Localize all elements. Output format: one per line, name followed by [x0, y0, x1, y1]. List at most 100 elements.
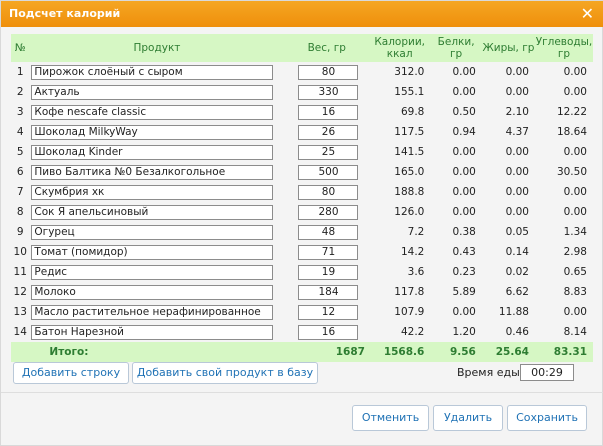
kcal-value: 7.2 [407, 226, 425, 238]
weight-input[interactable]: 25 [298, 144, 359, 160]
table-header-row: № Продукт Вес, гр Калории, ккал Белки, г… [11, 34, 593, 62]
weight-cell: 19 [284, 262, 369, 282]
weight-input[interactable]: 16 [298, 104, 359, 120]
kcal-value: 3.6 [407, 266, 425, 278]
product-input[interactable]: Кофе nescafe classic [31, 104, 274, 120]
header-weight: Вес, гр [284, 34, 369, 62]
protein-value: 0.00 [452, 206, 476, 218]
fat-value: 0.14 [505, 246, 529, 258]
protein-value: 0.00 [452, 166, 476, 178]
weight-cell: 184 [284, 282, 369, 302]
header-product: Продукт [29, 34, 285, 62]
weight-cell: 25 [284, 142, 369, 162]
carbs-value: 8.83 [563, 286, 587, 298]
protein-value: 1.20 [452, 326, 476, 338]
close-icon[interactable]: ✕ [581, 4, 594, 23]
product-input[interactable]: Скумбрия хк [31, 184, 274, 200]
weight-cell: 80 [284, 182, 369, 202]
food-table: № Продукт Вес, гр Калории, ккал Белки, г… [11, 34, 593, 362]
table-row: 6 Пиво Балтика №0 Безалкогольное 500 165.0 0… [11, 162, 593, 182]
weight-cell: 12 [284, 302, 369, 322]
product-input[interactable]: Батон Нарезной [31, 324, 274, 340]
add-row-button[interactable]: Добавить строку [13, 362, 129, 384]
table-row: 14 Батон Нарезной 16 42.2 1.20 0.46 8.14 [11, 322, 593, 342]
header-carbs-line1: Углеводы, [535, 36, 593, 48]
delete-button[interactable]: Удалить [433, 405, 503, 431]
product-input[interactable]: Пиво Балтика №0 Безалкогольное [31, 164, 274, 180]
product-input[interactable]: Томат (помидор) [31, 244, 274, 260]
product-input[interactable]: Редис [31, 264, 274, 280]
meal-time-input[interactable]: 00:29 [520, 364, 574, 381]
product-cell: Редис [29, 262, 284, 282]
weight-input[interactable]: 71 [298, 244, 359, 260]
weight-input[interactable]: 48 [298, 224, 359, 240]
weight-input[interactable]: 80 [298, 184, 359, 200]
table-row: 10 Томат (помидор) 71 14.2 0.43 0.14 2.98 [11, 242, 593, 262]
kcal-value: 107.9 [394, 306, 425, 318]
row-number: 8 [16, 206, 24, 218]
protein-value: 0.00 [452, 86, 476, 98]
add-product-button[interactable]: Добавить свой продукт в базу [132, 362, 318, 384]
weight-cell: 71 [284, 242, 369, 262]
fat-value: 0.46 [505, 326, 529, 338]
fat-value: 6.62 [505, 286, 529, 298]
row-number: 12 [13, 286, 27, 298]
protein-value: 0.00 [452, 186, 476, 198]
weight-cell: 16 [284, 322, 369, 342]
table-row: 7 Скумбрия хк 80 188.8 0.00 0.00 0.00 [11, 182, 593, 202]
product-cell: Молоко [29, 282, 284, 302]
weight-input[interactable]: 16 [298, 324, 359, 340]
total-protein: 9.56 [430, 342, 482, 362]
product-input[interactable]: Актуаль [31, 84, 274, 100]
row-number: 1 [16, 66, 24, 78]
header-fat: Жиры, гр [481, 34, 535, 62]
header-carbs-line2: гр [557, 48, 571, 60]
protein-value: 0.50 [452, 106, 476, 118]
weight-input[interactable]: 26 [298, 124, 359, 140]
save-button[interactable]: Сохранить [507, 405, 587, 431]
fat-value: 11.88 [498, 306, 529, 318]
carbs-value: 30.50 [556, 166, 587, 178]
weight-input[interactable]: 184 [298, 284, 359, 300]
table-row: 2 Актуаль 330 155.1 0.00 0.00 0.00 [11, 82, 593, 102]
product-cell: Скумбрия хк [29, 182, 284, 202]
table-row: 8 Сок Я апельсиновый 280 126.0 0.00 0.00 0.00 [11, 202, 593, 222]
carbs-value: 0.65 [563, 266, 587, 278]
weight-input[interactable]: 280 [298, 204, 359, 220]
meal-time-label: Время еды: [457, 366, 524, 379]
table-row: 11 Редис 19 3.6 0.23 0.02 0.65 [11, 262, 593, 282]
weight-input[interactable]: 500 [298, 164, 359, 180]
fat-value: 0.02 [505, 266, 529, 278]
header-protein: Белки, гр [430, 34, 482, 62]
table-row: 1 Пирожок слоёный с сыром 80 312.0 0.00 0.00 0… [11, 62, 593, 82]
product-input[interactable]: Шоколад MilkyWay [31, 124, 274, 140]
row-number: 13 [13, 306, 27, 318]
product-input[interactable]: Сок Я апельсиновый [31, 204, 274, 220]
weight-input[interactable]: 80 [298, 64, 359, 80]
weight-cell: 48 [284, 222, 369, 242]
kcal-value: 69.8 [400, 106, 425, 118]
protein-value: 0.23 [452, 266, 476, 278]
product-input[interactable]: Масло растительное нерафинированное [31, 304, 274, 320]
weight-input[interactable]: 330 [298, 84, 359, 100]
product-input[interactable]: Огурец [31, 224, 274, 240]
carbs-value: 0.00 [563, 86, 587, 98]
table-row: 9 Огурец 48 7.2 0.38 0.05 1.34 [11, 222, 593, 242]
product-input[interactable]: Молоко [31, 284, 274, 300]
cancel-button[interactable]: Отменить [352, 405, 429, 431]
product-input[interactable]: Пирожок слоёный с сыром [31, 64, 274, 80]
total-weight: 1687 [284, 342, 369, 362]
product-input[interactable]: Шоколад Kinder [31, 144, 274, 160]
protein-value: 0.94 [452, 126, 476, 138]
weight-input[interactable]: 12 [298, 304, 359, 320]
calorie-dialog: Подсчет калорий ✕ № Продукт Вес, гр Кало… [0, 0, 603, 446]
table-row: 4 Шоколад MilkyWay 26 117.5 0.94 4.37 18.64 [11, 122, 593, 142]
product-cell: Батон Нарезной [29, 322, 284, 342]
weight-input[interactable]: 19 [298, 264, 359, 280]
protein-value: 0.00 [452, 306, 476, 318]
fat-value: 2.10 [505, 106, 529, 118]
row-number: 7 [16, 186, 24, 198]
total-kcal: 1568.6 [368, 342, 431, 362]
weight-cell: 280 [284, 202, 369, 222]
weight-cell: 26 [284, 122, 369, 142]
